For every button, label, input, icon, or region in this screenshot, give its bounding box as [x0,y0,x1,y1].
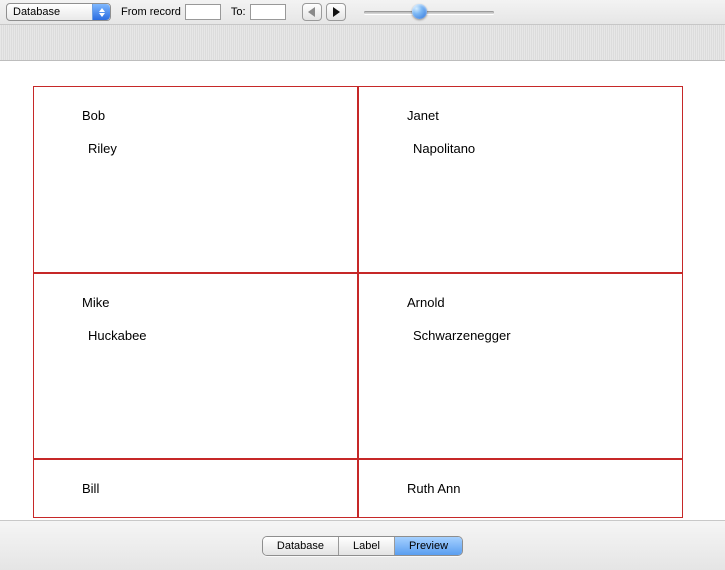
tab-preview[interactable]: Preview [394,537,462,555]
tab-label[interactable]: Label [338,537,394,555]
preview-canvas: Bob Riley Janet Napolitano Mike Huckabee… [0,61,725,519]
slider-thumb-icon[interactable] [412,4,427,19]
first-name: Ruth Ann [407,482,634,495]
up-down-arrows-icon [92,4,110,20]
view-tabs: Database Label Preview [262,536,463,556]
first-name: Bob [82,109,309,122]
next-record-button[interactable] [326,3,346,21]
label-card: Mike Huckabee [34,273,358,459]
last-name: Huckabee [82,329,309,342]
tab-database[interactable]: Database [263,537,338,555]
toolbar-texture-strip [0,25,725,61]
label-card: Bob Riley [34,87,358,273]
first-name: Arnold [407,296,634,309]
label-row: Bill Ruth Ann [34,459,682,517]
triangle-right-icon [332,7,340,17]
source-select-label: Database [13,6,60,18]
first-name: Mike [82,296,309,309]
top-toolbar: Database From record To: [0,0,725,25]
label-card: Arnold Schwarzenegger [358,273,682,459]
from-record-label: From record [121,6,181,18]
first-name: Bill [82,482,309,495]
from-record-input[interactable] [185,4,221,20]
prev-record-button[interactable] [302,3,322,21]
label-card: Janet Napolitano [358,87,682,273]
slider-track [364,11,494,14]
label-row: Mike Huckabee Arnold Schwarzenegger [34,273,682,459]
bottom-bar: Database Label Preview [0,520,725,570]
to-record-input[interactable] [250,4,286,20]
label-card: Bill [34,459,358,517]
first-name: Janet [407,109,634,122]
label-card: Ruth Ann [358,459,682,517]
last-name: Napolitano [407,142,634,155]
last-name: Riley [82,142,309,155]
triangle-left-icon [308,7,316,17]
label-sheet: Bob Riley Janet Napolitano Mike Huckabee… [33,86,683,518]
zoom-slider[interactable] [364,3,494,21]
label-row: Bob Riley Janet Napolitano [34,87,682,273]
source-select[interactable]: Database [6,3,111,21]
to-label: To: [231,6,246,18]
last-name: Schwarzenegger [407,329,634,342]
